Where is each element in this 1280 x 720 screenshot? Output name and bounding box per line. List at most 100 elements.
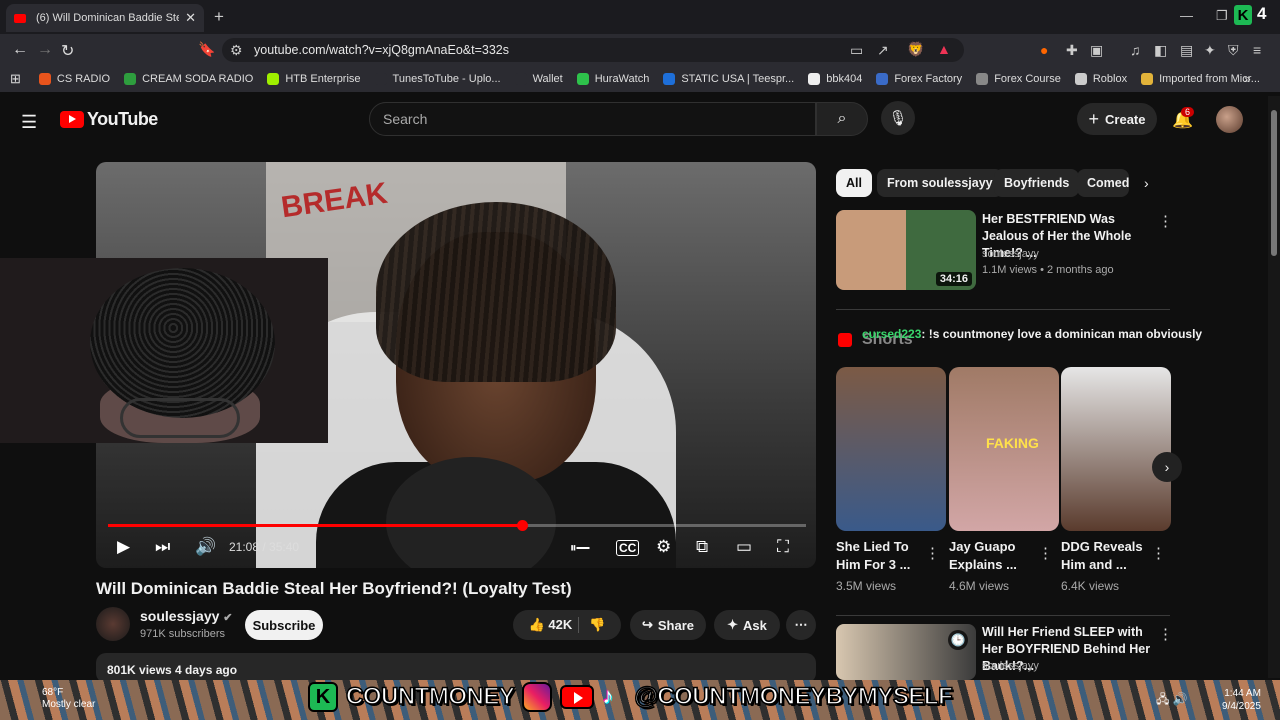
bookmark-item[interactable]: Forex Course (976, 73, 1061, 85)
ask-button[interactable]: ✦ Ask (714, 610, 780, 640)
extension-icon[interactable]: ● (1040, 42, 1048, 58)
bookmark-favicon-icon (663, 73, 676, 85)
more-actions-button[interactable]: ⋯ (786, 610, 816, 640)
description-box[interactable]: 801K views 4 days ago (96, 653, 816, 683)
bookmark-label: HTB Enterprise (285, 73, 361, 85)
bookmark-item[interactable]: bbk404 (808, 73, 862, 85)
brave-shield-icon[interactable]: 🦁 (907, 41, 924, 58)
voice-search-button[interactable]: 🎙 (881, 101, 915, 135)
chip-from-channel[interactable]: From soulessjayy (877, 169, 1003, 197)
minimize-icon[interactable]: — (1180, 8, 1193, 23)
leo-ai-icon[interactable]: ✦ (1204, 42, 1216, 59)
youtube-logo[interactable]: YouTube (60, 109, 158, 130)
rewards-icon[interactable]: ▲ (937, 41, 951, 57)
taskbar-clock[interactable]: 1:44 AM 9/4/2025 (1222, 687, 1261, 713)
bookmark-item[interactable]: Forex Factory (876, 73, 962, 85)
channel-name[interactable]: soulessjayy ✔ (140, 608, 233, 624)
bookmark-item[interactable]: Imported from Micr... (1141, 73, 1260, 85)
autoplay-toggle-icon[interactable]: ⏸━ (570, 540, 590, 556)
vpn-icon[interactable]: ⛨ (1228, 42, 1239, 59)
reload-icon[interactable]: ↻ (61, 41, 74, 61)
new-tab-button[interactable]: + (214, 7, 224, 27)
browser-tab[interactable]: (6) Will Dominican Baddie Steal Her Boyf… (6, 4, 204, 32)
wallet-icon[interactable]: ▤ (1180, 42, 1193, 59)
short-more-icon-3[interactable]: ⋮ (1151, 544, 1166, 562)
bookmark-item[interactable]: TunesToTube - Uplo... (374, 73, 501, 85)
cast-icon[interactable]: ▭ (850, 42, 863, 59)
volume-icon[interactable]: 🔊 (195, 537, 216, 557)
play-icon[interactable]: ▶ (117, 537, 130, 557)
rec-thumbnail-2[interactable]: 🕒 (836, 624, 976, 680)
short-thumbnail-3[interactable] (1061, 367, 1171, 531)
short-more-icon-1[interactable]: ⋮ (925, 544, 940, 562)
create-button[interactable]: + Create (1077, 103, 1157, 135)
theater-mode-icon[interactable]: ▭ (736, 537, 752, 557)
close-tab-icon[interactable]: ✕ (185, 10, 196, 26)
scrollbar-thumb[interactable] (1271, 110, 1277, 256)
search-button[interactable]: ⌕ (816, 102, 868, 136)
media-icon[interactable]: ♫ (1130, 42, 1141, 58)
bookmark-item[interactable]: CS RADIO (38, 73, 110, 85)
weather-widget[interactable]: 68°F Mostly clear (42, 687, 95, 711)
site-info-icon[interactable]: ⚙ (230, 42, 243, 59)
dislike-button[interactable]: 👎 (578, 617, 605, 633)
share-label: Share (657, 617, 695, 633)
subscribe-button[interactable]: Subscribe (245, 610, 323, 640)
rec-channel-2[interactable]: soulessjayy (982, 660, 1039, 672)
restore-icon[interactable]: ❐ (1216, 8, 1228, 24)
rec-more-icon-1[interactable]: ⋮ (1158, 212, 1173, 230)
bookmark-item[interactable]: CREAM SODA RADIO (124, 73, 253, 85)
shorts-next-button[interactable]: › (1152, 452, 1182, 482)
channel-avatar[interactable] (96, 607, 130, 641)
chip-boyfriends[interactable]: Boyfriends (994, 169, 1080, 197)
fullscreen-icon[interactable]: ⛶ (777, 537, 789, 557)
chip-all[interactable]: All (836, 169, 872, 197)
sidebar-icon[interactable]: ◧ (1154, 42, 1167, 59)
progress-scrubber[interactable] (516, 520, 528, 531)
captions-icon[interactable]: CC (616, 540, 640, 556)
share-page-icon[interactable]: ↗ (877, 42, 889, 59)
short-more-icon-2[interactable]: ⋮ (1038, 544, 1053, 562)
bookmark-item[interactable]: HuraWatch (576, 73, 649, 85)
search-input[interactable]: Search (369, 102, 816, 136)
bookmark-item[interactable]: HTB Enterprise (267, 73, 361, 85)
rec-channel-1[interactable]: soulessjayy (982, 248, 1039, 260)
short-thumbnail-2[interactable]: FAKING (949, 367, 1059, 531)
next-icon[interactable]: ⏭ (155, 537, 170, 557)
subscriber-count: 971K subscribers (140, 628, 225, 640)
account-avatar[interactable] (1216, 106, 1243, 133)
bookmark-list: CS RADIO CREAM SODA RADIO HTB Enterprise Tu… (38, 73, 1274, 85)
menu-icon[interactable]: ≡ (1253, 42, 1261, 58)
streamer-webcam-overlay (0, 258, 328, 443)
short-title-2[interactable]: Jay Guapo Explains ... (949, 538, 1034, 574)
short-title-3[interactable]: DDG Reveals Him and ... (1061, 538, 1146, 574)
bookmark-label: STATIC USA | Teespr... (681, 73, 795, 85)
like-button[interactable]: 👍 42K (529, 617, 573, 633)
bookmark-favicon-icon (1074, 73, 1087, 85)
hamburger-menu-icon[interactable]: ☰ (21, 112, 37, 133)
screenshot-icon[interactable]: ▣ (1090, 42, 1103, 59)
bookmark-item[interactable]: Wallet (514, 73, 563, 85)
kick-logo-icon: K (308, 682, 338, 712)
rec-thumbnail-1[interactable]: 34:16 (836, 210, 976, 290)
system-tray-icons[interactable]: 🖧 🔊 (1156, 690, 1188, 711)
shorts-icon (838, 333, 852, 347)
rec-more-icon-2[interactable]: ⋮ (1158, 625, 1173, 643)
watch-later-icon[interactable]: 🕒 (948, 630, 968, 650)
webcam-glasses (120, 398, 240, 438)
share-button[interactable]: ↪ Share (630, 610, 706, 640)
extensions-puzzle-icon[interactable]: ✚ (1066, 42, 1078, 59)
short-title-1[interactable]: She Lied To Him For 3 ... (836, 538, 921, 574)
short-thumbnail-1[interactable] (836, 367, 946, 531)
bookmark-item[interactable]: Roblox (1074, 73, 1127, 85)
chip-comedy[interactable]: Comedy (1077, 169, 1129, 197)
apps-grid-icon[interactable]: ⊞ (10, 71, 21, 87)
bookmark-icon[interactable]: 🔖 (198, 41, 215, 58)
bookmark-item[interactable]: STATIC USA | Teespr... (663, 73, 794, 85)
miniplayer-icon[interactable]: ⧉ (696, 537, 708, 557)
more-bookmarks-icon[interactable]: » (1244, 72, 1251, 86)
forward-icon[interactable]: → (37, 41, 53, 59)
settings-gear-icon[interactable]: ⚙ (656, 537, 671, 557)
back-icon[interactable]: ← (12, 41, 28, 59)
chips-next-icon[interactable]: › (1144, 175, 1149, 191)
